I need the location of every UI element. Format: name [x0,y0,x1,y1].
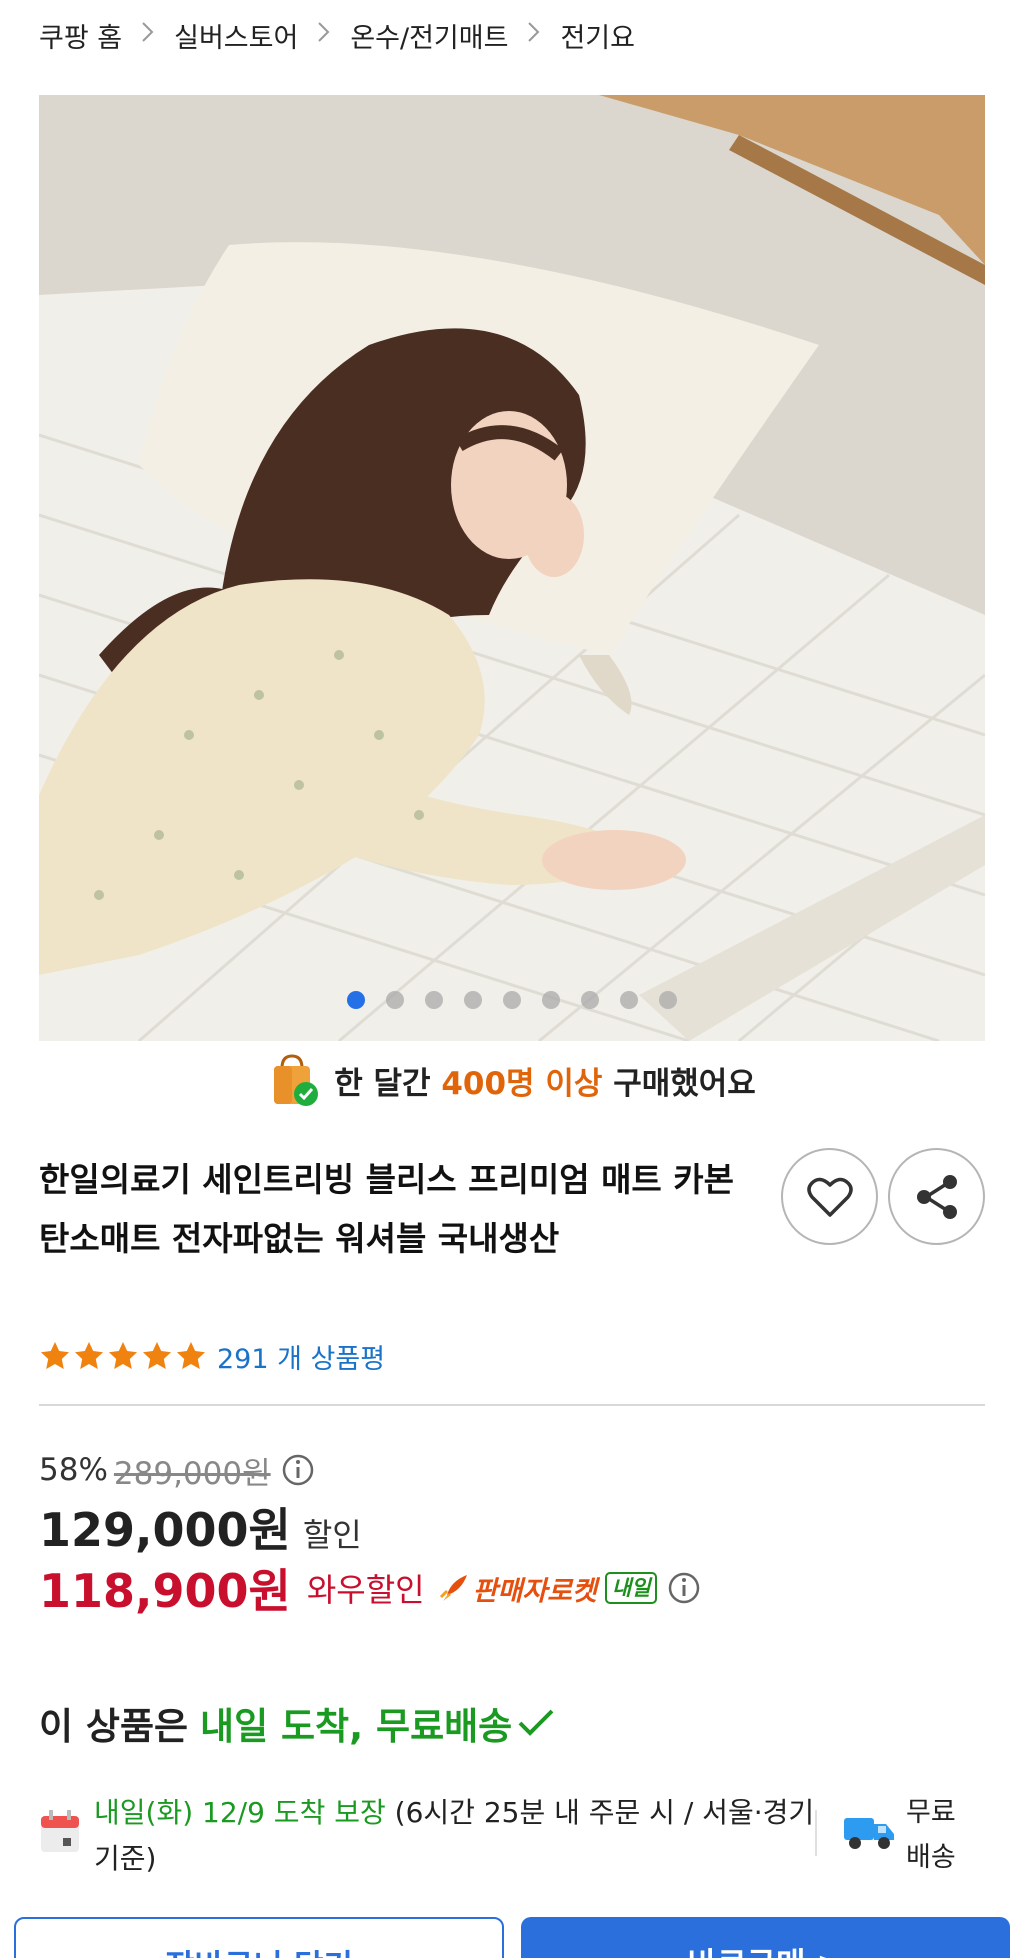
breadcrumb-heating-mat[interactable]: 온수/전기매트 [350,16,508,55]
calendar-icon [41,1810,79,1852]
info-icon[interactable] [281,1453,315,1487]
star-icon [109,1342,137,1369]
star-icon [75,1342,103,1369]
gallery-dot[interactable] [347,991,365,1009]
breadcrumb: 쿠팡 홈 실버스토어 온수/전기매트 전기요 [39,14,635,56]
free-shipping-label: 무료 배송 [906,1797,956,1873]
rocket-icon [439,1575,467,1601]
gallery-dot[interactable] [620,991,638,1009]
review-count-link[interactable]: 291 개 상품평 [217,1337,385,1376]
delivery-guarantee-text: 내일(화) 12/9 도착 보장 (6시간 25분 내 주문 시 / 서울·경기… [94,1790,834,1882]
purchase-count-notice: 한 달간 400명 이상 구매했어요 [0,1050,1024,1110]
star-icon [143,1342,171,1369]
wow-discount-label: 와우할인 [306,1571,425,1609]
gallery-dot[interactable] [581,991,599,1009]
notice-prefix: 한 달간 [334,1065,431,1102]
product-image-gallery[interactable] [39,95,985,1041]
breadcrumb-electric-blanket[interactable]: 전기요 [560,16,635,55]
chevron-right-icon [316,20,332,51]
checkmark-icon [518,1709,554,1736]
product-title: 한일의료기 세인트리빙 블리스 프리미엄 매트 카본 탄소매트 전자파없는 워셔… [39,1160,735,1258]
star-rating [39,1340,207,1372]
chevron-right-icon [140,20,156,51]
info-icon[interactable] [667,1571,701,1605]
wishlist-button[interactable] [781,1148,878,1245]
shopping-bag-check-icon [268,1052,320,1108]
notice-highlight: 400명 이상 [441,1065,603,1102]
add-to-cart-button[interactable]: 장바구니 담기 [14,1917,504,1958]
original-price-row: 58% 289,000원 [39,1446,315,1494]
delivery-heading-highlight: 내일 도착, 무료배송 [200,1705,513,1748]
share-icon [916,1174,957,1219]
star-icon [177,1342,205,1369]
seller-rocket-label: 판매자로켓 [472,1575,597,1607]
gallery-dot[interactable] [659,991,677,1009]
gallery-dot[interactable] [464,991,482,1009]
breadcrumb-silver-store[interactable]: 실버스토어 [174,16,298,55]
wow-price-row: 118,900원 와우할인 판매자로켓 내일 [39,1558,701,1618]
star-icon [41,1342,69,1369]
heart-icon [806,1177,853,1217]
wow-price: 118,900원 [39,1564,291,1618]
buy-now-button[interactable]: 바로구매 > [521,1917,1010,1958]
product-rating[interactable]: 291 개 상품평 [39,1334,385,1378]
truck-icon [844,1818,894,1849]
seller-rocket-badge: 판매자로켓 내일 [437,1569,658,1608]
original-price: 289,000원 [113,1455,271,1492]
sale-price: 129,000원 [39,1503,291,1557]
delivery-heading: 이 상품은 내일 도착, 무료배송 [39,1693,556,1753]
delivery-heading-prefix: 이 상품은 [39,1705,189,1748]
discount-rate: 58% [39,1452,108,1488]
delivery-date: 내일(화) 12/9 도착 보장 [94,1796,386,1829]
chevron-right-icon [526,20,542,51]
sale-price-row: 129,000원 할인 [39,1494,362,1557]
gallery-dot[interactable] [425,991,443,1009]
breadcrumb-home[interactable]: 쿠팡 홈 [39,16,122,55]
sale-label: 할인 [302,1516,362,1554]
gallery-dot[interactable] [542,991,560,1009]
section-divider [39,1404,985,1406]
delivery-info-row: 내일(화) 12/9 도착 보장 (6시간 25분 내 주문 시 / 서울·경기… [39,1790,985,1880]
share-button[interactable] [888,1148,985,1245]
vertical-divider [815,1810,817,1856]
gallery-pagination [39,991,985,1009]
notice-suffix: 구매했어요 [613,1065,756,1102]
product-photo [39,95,985,1041]
tomorrow-badge: 내일 [604,1572,658,1604]
gallery-dot[interactable] [503,991,521,1009]
gallery-dot[interactable] [386,991,404,1009]
